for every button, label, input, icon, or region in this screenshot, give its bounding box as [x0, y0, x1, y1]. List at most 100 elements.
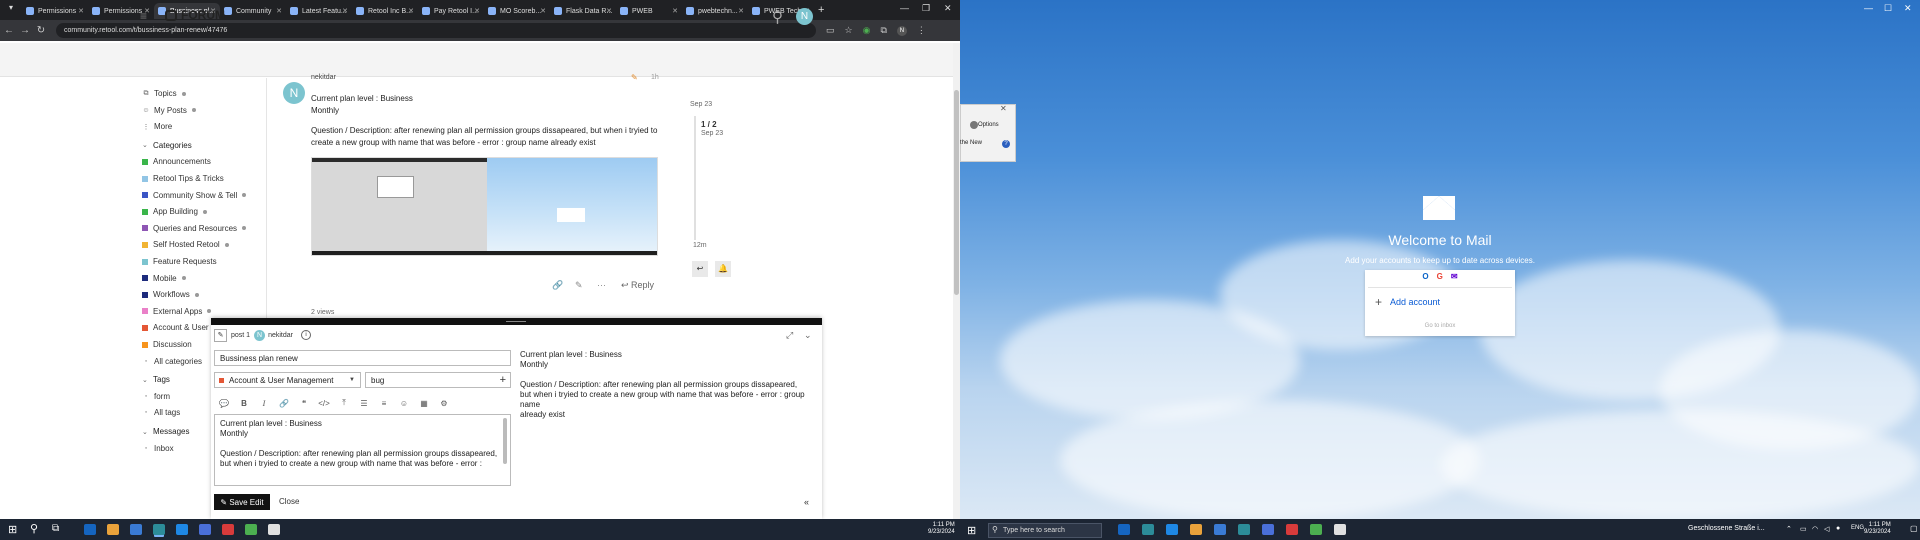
more-actions-icon[interactable]: ··· [597, 280, 606, 290]
sidebar-tag[interactable]: ◦ All tags [142, 408, 180, 417]
windows-start-icon[interactable]: ⊞ [8, 523, 17, 536]
info-icon[interactable]: i [300, 330, 311, 340]
tab-close-icon[interactable]: ✕ [474, 7, 480, 15]
user-avatar[interactable]: N [796, 8, 813, 25]
browser-tab[interactable]: Community ✕ [220, 3, 286, 19]
browser-menu-icon[interactable]: ⋮ [917, 25, 926, 36]
store-icon[interactable] [153, 524, 165, 535]
file-explorer-icon[interactable] [107, 524, 119, 535]
taskbar-clock-right[interactable]: 1:11 PM 9/23/2024 [1864, 522, 1891, 536]
sidebar-category[interactable]: Retool Tips & Tricks [142, 174, 224, 183]
teams-icon[interactable] [176, 524, 188, 535]
sidebar-category[interactable]: Community Show & Tell [142, 191, 247, 200]
sidebar-category[interactable]: Self Hosted Retool [142, 240, 229, 249]
toggle-preview-icon[interactable]: 💬 [214, 399, 234, 408]
windows-start-icon[interactable]: ⊞ [967, 524, 976, 537]
outlook-icon[interactable] [199, 524, 211, 535]
tab-search-icon[interactable]: ▾ [4, 3, 18, 17]
mic-icon[interactable]: ● [1836, 525, 1840, 532]
close-composer-link[interactable]: Close [279, 497, 299, 506]
tab-close-icon[interactable]: ✕ [78, 7, 84, 15]
timeline-track[interactable] [694, 116, 696, 240]
settings-gear-icon[interactable]: ⚙ [434, 399, 454, 408]
sidebar-item[interactable]: ☺ My Posts [142, 106, 196, 115]
search-icon[interactable]: ⚲ [772, 8, 788, 26]
browser-tab[interactable]: PWEB ✕ [616, 3, 682, 19]
timeline-end-time[interactable]: 12m [693, 242, 707, 249]
post-time[interactable]: 1h [651, 74, 659, 81]
chrome-icon[interactable] [1310, 524, 1322, 535]
browser-tab[interactable]: Latest Featu... ✕ [286, 3, 352, 19]
sidebar-category[interactable]: Account & User [142, 323, 218, 332]
mail-icon[interactable] [1214, 524, 1226, 535]
edge-icon[interactable] [84, 524, 96, 535]
sidebar-category[interactable]: ◦ All categories [142, 357, 202, 366]
category-select[interactable]: Account & User Management ▼ [214, 372, 361, 388]
store-icon[interactable] [1238, 524, 1250, 535]
tab-close-icon[interactable]: ✕ [408, 7, 414, 15]
snip-icon[interactable] [1286, 524, 1298, 535]
calendar-icon[interactable]: ▦ [414, 399, 434, 408]
timeline-start-date[interactable]: Sep 23 [690, 101, 712, 108]
mail-minimize-icon[interactable]: — [1864, 3, 1873, 13]
sidebar-category[interactable]: External Apps [142, 307, 212, 316]
language-indicator[interactable]: ENG [1851, 525, 1864, 531]
italic-icon[interactable]: I [254, 399, 274, 408]
popup-close-icon[interactable]: ✕ [1000, 104, 1007, 113]
forward-icon[interactable]: → [18, 25, 32, 36]
browser-tab[interactable]: Retool Inc B... ✕ [352, 3, 418, 19]
hide-preview-icon[interactable]: « [804, 497, 809, 507]
timeline-reply-icon[interactable]: ↩ [692, 261, 708, 277]
browser-tab[interactable]: Permissions ✕ [22, 3, 88, 19]
notifications-icon[interactable]: ▢ [1910, 524, 1918, 533]
collapse-chevron-icon[interactable]: ⌄ [804, 330, 812, 341]
post-username[interactable]: nekitdar [311, 74, 336, 81]
sidebar-category[interactable]: Announcements [142, 157, 211, 166]
sidebar-tag[interactable]: ◦ form [142, 392, 170, 401]
reload-icon[interactable]: ↻ [34, 25, 48, 36]
sidebar-category[interactable]: App Building [142, 207, 207, 216]
task-view-icon[interactable]: ⧉ [52, 523, 59, 534]
tab-close-icon[interactable]: ✕ [738, 7, 744, 15]
bold-icon[interactable]: B [234, 399, 254, 408]
volume-icon[interactable]: ◁ [1824, 525, 1829, 533]
sidebar-item[interactable]: ⧉ Topics [142, 89, 186, 98]
mail-icon[interactable] [130, 524, 142, 535]
save-edit-button[interactable]: ✎ Save Edit [214, 494, 270, 510]
hamburger-icon[interactable]: ≡ [140, 10, 152, 22]
blockquote-icon[interactable]: ❝ [294, 399, 314, 408]
battery-icon[interactable]: ▭ [1800, 525, 1807, 533]
bullet-list-icon[interactable]: ☰ [354, 399, 374, 408]
tag-input[interactable]: bug + [365, 372, 511, 388]
sidebar-category[interactable]: Queries and Resources [142, 224, 247, 233]
whiteboard-icon[interactable] [1334, 524, 1346, 535]
browser-tab[interactable]: Pay Retool I... ✕ [418, 3, 484, 19]
taskbar-search-input[interactable]: Type here to search [988, 523, 1102, 538]
taskbar-search-icon[interactable]: ⚲ [30, 522, 38, 535]
tab-close-icon[interactable]: ✕ [276, 7, 282, 15]
help-icon[interactable]: ? [1002, 140, 1010, 148]
new-tab-button[interactable]: + [818, 4, 824, 16]
editor-textarea[interactable]: Current plan level : Business Monthly Ques… [214, 414, 511, 486]
tab-close-icon[interactable]: ✕ [606, 7, 612, 15]
upload-icon[interactable]: ⤒ [334, 398, 354, 408]
wifi-icon[interactable]: ◠ [1812, 525, 1818, 533]
sidebar-category[interactable]: Mobile [142, 274, 186, 283]
mail-maximize-icon[interactable]: ☐ [1884, 3, 1892, 14]
whiteboard-icon[interactable] [268, 524, 280, 535]
task-view-icon[interactable] [1142, 524, 1154, 535]
cast-icon[interactable]: ▭ [826, 25, 835, 36]
sidebar-category[interactable]: Feature Requests [142, 257, 217, 266]
sidebar-message[interactable]: ◦ Inbox [142, 444, 174, 453]
taskbar-clock-left[interactable]: 1:11 PM 9/23/2024 [928, 522, 955, 536]
tab-close-icon[interactable]: ✕ [672, 7, 678, 15]
browser-tab[interactable]: Flask Data R... ✕ [550, 3, 616, 19]
link-icon[interactable]: 🔗 [552, 280, 563, 291]
extension-icon[interactable]: ◉ [863, 25, 871, 36]
categories-section-header[interactable]: ⌄ Categories [142, 141, 192, 150]
code-icon[interactable]: </> [314, 399, 334, 408]
close-window-icon[interactable]: ✕ [944, 3, 952, 14]
browser-tab[interactable]: pwebtechn... ✕ [682, 3, 748, 19]
go-to-inbox-link[interactable]: Go to inbox [1365, 323, 1515, 329]
page-scrollbar-thumb[interactable] [954, 90, 959, 295]
